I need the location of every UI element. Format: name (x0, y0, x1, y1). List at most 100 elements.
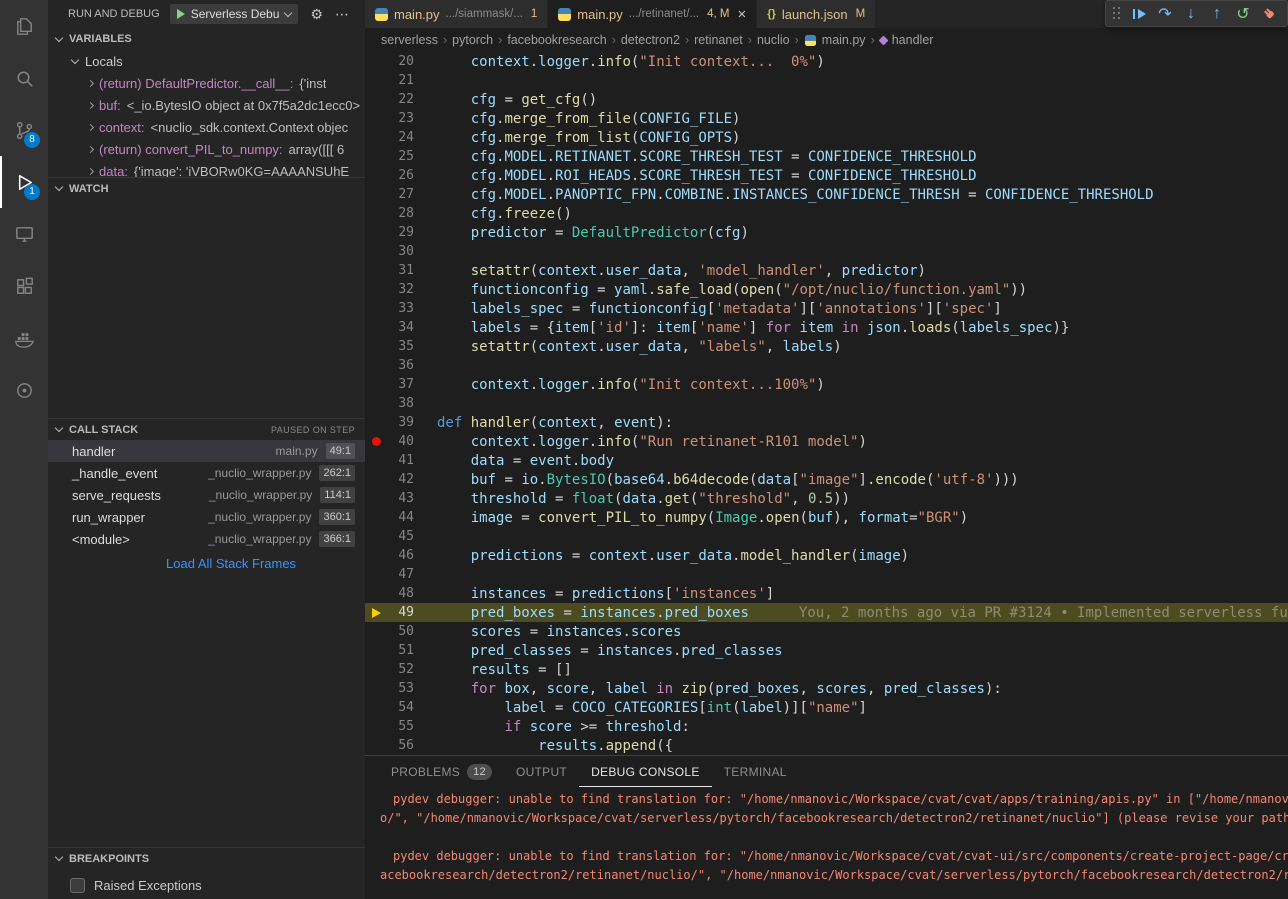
activity-explorer[interactable] (0, 0, 48, 52)
code-line: 38 (365, 394, 1288, 413)
code-token: data (757, 472, 791, 488)
editor-tab[interactable]: main.py.../retinanet/...4, M× (548, 0, 756, 28)
debug-config-picker[interactable]: Serverless Debu (170, 4, 299, 24)
line-number: 26 (387, 168, 414, 183)
breakpoints-section-header[interactable]: BREAKPOINTS (48, 847, 365, 869)
stack-frame-row[interactable]: run_wrapper_nuclio_wrapper.py360:1 (48, 506, 365, 528)
panel-tab-debug-console[interactable]: DEBUG CONSOLE (579, 756, 712, 787)
tab-title: launch.json (782, 7, 848, 22)
watch-section-header[interactable]: WATCH (48, 177, 365, 199)
variable-row[interactable]: buf:<_io.BytesIO object at 0x7f5a2dc1ecc… (48, 94, 365, 116)
editor-tab[interactable]: {}launch.jsonM (757, 0, 875, 28)
debug-console-output[interactable]: pydev debugger: unable to find translati… (365, 787, 1288, 899)
breakpoints-header-label: BREAKPOINTS (69, 853, 149, 865)
breadcrumb-item[interactable]: detectron2 (621, 33, 680, 47)
step-over-button[interactable]: ↷ (1152, 2, 1178, 26)
breakpoint-row[interactable]: Raised Exceptions (48, 874, 365, 896)
continue-button[interactable] (1126, 2, 1152, 26)
stack-frame-row[interactable]: <module>_nuclio_wrapper.py366:1 (48, 528, 365, 550)
stack-frame-row[interactable]: handlermain.py49:1 (48, 440, 365, 462)
editor-tabs: main.py.../siammask/...1main.py.../retin… (365, 0, 876, 28)
code-token: = (572, 643, 597, 659)
code-token: INSTANCES_CONFIDENCE_THRESH (732, 187, 960, 203)
activity-remote-explorer[interactable] (0, 208, 48, 260)
step-into-button[interactable]: ↓ (1178, 2, 1204, 26)
activity-search[interactable] (0, 52, 48, 104)
code-token: . (530, 377, 538, 393)
gutter-glyph[interactable] (365, 608, 387, 618)
code-token: , (589, 681, 606, 697)
code-token: . (538, 472, 546, 488)
code-token: score (547, 681, 589, 697)
console-line: acebookresearch/detectron2/retinanet/nuc… (380, 866, 1288, 885)
close-icon[interactable]: × (738, 7, 747, 22)
variables-section-header[interactable]: VARIABLES (48, 28, 365, 50)
activity-circle-tool[interactable] (0, 364, 48, 416)
start-debug-icon[interactable] (177, 9, 185, 19)
step-out-button[interactable]: ↑ (1204, 2, 1230, 26)
toolbar-drag-handle-icon[interactable] (1113, 7, 1121, 20)
breadcrumb-item[interactable]: nuclio (757, 33, 790, 47)
tab-decoration: M (856, 8, 866, 20)
code-token: instances (597, 643, 673, 659)
code-token: 'id' (597, 320, 631, 336)
breadcrumb-item[interactable]: main.py (804, 33, 866, 47)
breadcrumb-item[interactable]: serverless (381, 33, 438, 47)
scope-locals[interactable]: Locals (48, 50, 365, 72)
line-number: 48 (387, 586, 414, 601)
code-line: 49 pred_boxes = instances.pred_boxesYou,… (365, 603, 1288, 622)
activity-source-control[interactable]: 8 (0, 104, 48, 156)
panel-tab-output[interactable]: OUTPUT (504, 756, 579, 787)
code-token: , (791, 491, 808, 507)
code-text: cfg = get_cfg() (437, 92, 1288, 108)
code-token: COMBINE (665, 187, 724, 203)
frame-function: _handle_event (72, 466, 157, 481)
breadcrumb-item[interactable]: pytorch (452, 33, 493, 47)
code-token: b64decode (673, 472, 749, 488)
more-actions-icon[interactable]: ⋯ (335, 6, 349, 23)
stack-frame-row[interactable]: _handle_event_nuclio_wrapper.py262:1 (48, 462, 365, 484)
panel-tab-problems[interactable]: PROBLEMS12 (379, 756, 504, 787)
activity-run-and-debug[interactable]: 1 (0, 156, 48, 208)
line-number: 21 (387, 73, 414, 88)
continue-icon (1133, 8, 1146, 20)
panel-tab-terminal[interactable]: TERMINAL (712, 756, 799, 787)
gutter-glyph[interactable] (365, 437, 387, 446)
chevron-down-icon (55, 424, 63, 432)
activity-docker[interactable] (0, 312, 48, 364)
restart-button[interactable]: ↺ (1230, 2, 1256, 26)
code-text: labels = {item['id']: item['name'] for i… (437, 320, 1288, 336)
variable-row[interactable]: (return) convert_PIL_to_numpy:array([[[ … (48, 138, 365, 160)
code-token: CONFIDENCE_THRESHOLD (808, 149, 977, 165)
line-number: 28 (387, 206, 414, 221)
code-token: . (656, 605, 664, 621)
code-text: def handler(context, event): (437, 415, 1288, 431)
code-token: 'instances' (673, 586, 766, 602)
debug-settings-gear-icon[interactable]: ⚙ (310, 6, 323, 23)
breadcrumb-item[interactable]: handler (880, 33, 934, 47)
code-token: pred_classes (884, 681, 985, 697)
code-token (648, 681, 656, 697)
editor-tab[interactable]: main.py.../siammask/...1 (365, 0, 547, 28)
breadcrumb-item[interactable]: facebookresearch (507, 33, 606, 47)
code-token: data (471, 453, 505, 469)
activity-extensions[interactable] (0, 260, 48, 312)
stack-frame-row[interactable]: serve_requests_nuclio_wrapper.py114:1 (48, 484, 365, 506)
code-token: image (471, 510, 513, 526)
disconnect-icon (1259, 4, 1279, 24)
code-token (437, 719, 504, 735)
code-token: . (597, 738, 605, 754)
code-text: label = COCO_CATEGORIES[int(label)]["nam… (437, 700, 1288, 716)
load-all-stack-frames-link[interactable]: Load All Stack Frames (48, 556, 365, 571)
variable-row[interactable]: data:{'image': 'iVBORw0KG=AAAANSUhE (48, 160, 365, 177)
call-stack-section-header[interactable]: CALL STACK PAUSED ON STEP (48, 418, 365, 440)
checkbox[interactable] (70, 878, 85, 893)
code-token: results (538, 738, 597, 754)
code-token: body (580, 453, 614, 469)
variable-row[interactable]: (return) DefaultPredictor.__call__:{'ins… (48, 72, 365, 94)
breadcrumb-item[interactable]: retinanet (694, 33, 743, 47)
code-token: logger (538, 54, 589, 70)
variable-row[interactable]: context:<nuclio_sdk.context.Context obje… (48, 116, 365, 138)
disconnect-button[interactable] (1256, 2, 1282, 26)
code-area[interactable]: 20 context.logger.info("Init context... … (365, 52, 1288, 755)
